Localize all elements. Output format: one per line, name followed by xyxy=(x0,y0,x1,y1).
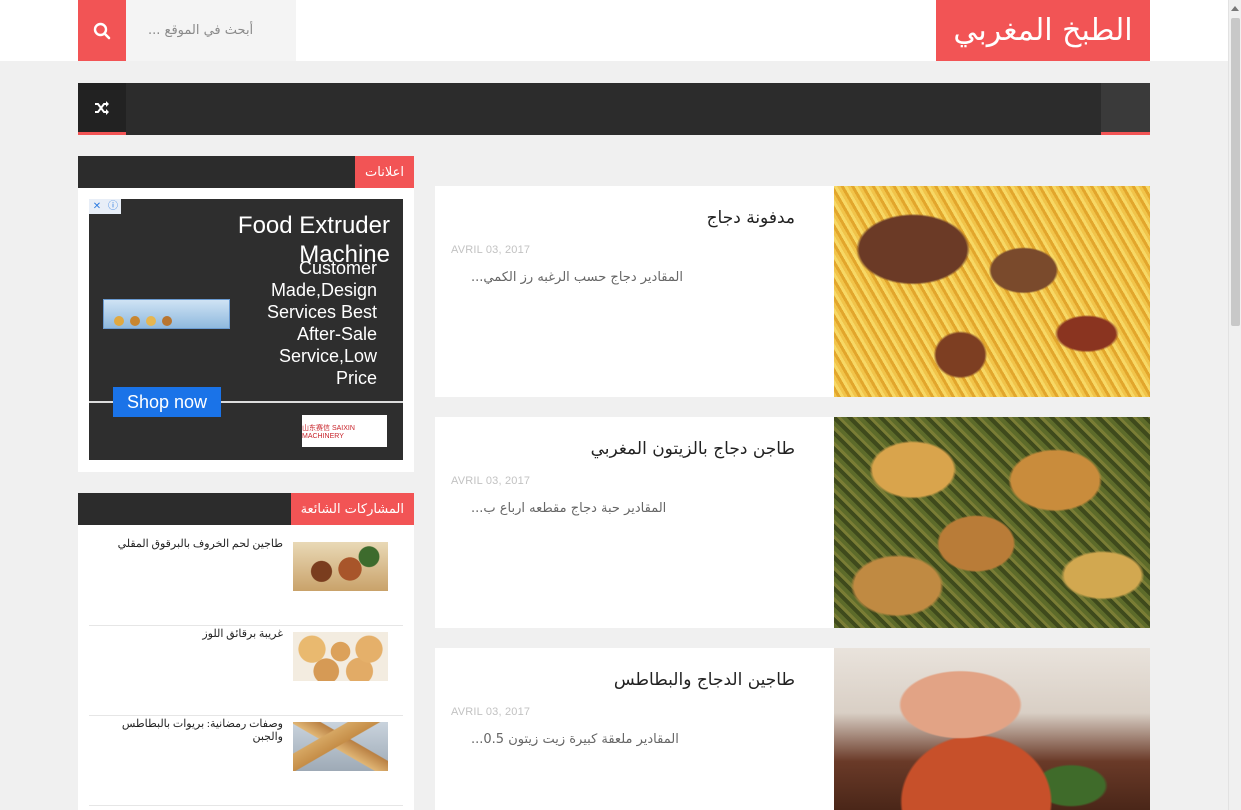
post-title[interactable]: طاجن دجاج بالزيتون المغربي xyxy=(435,439,795,459)
ad-banner[interactable]: ✕ ⓘ Food Extruder Machine Customer Made,… xyxy=(89,199,403,460)
widget-header: اعلانات xyxy=(78,156,414,188)
popular-post-thumbnail[interactable] xyxy=(293,722,388,771)
main-navbar xyxy=(78,83,1150,135)
ad-product-image[interactable] xyxy=(103,299,230,329)
widget-title-popular: المشاركات الشائعة xyxy=(290,493,414,525)
site-logo[interactable]: الطبخ المغربي xyxy=(936,0,1150,61)
post-image[interactable] xyxy=(834,417,1150,628)
popular-posts-widget: المشاركات الشائعة طاجين لحم الخروف بالبر… xyxy=(78,493,414,810)
post-date: AVRIL 03, 2017 xyxy=(451,706,531,718)
popular-post-thumbnail[interactable] xyxy=(293,632,388,681)
post-image[interactable] xyxy=(834,186,1150,397)
info-icon[interactable]: ⓘ xyxy=(105,199,121,214)
top-header: أبحث في الموقع ... الطبخ المغربي xyxy=(0,0,1228,61)
post-date: AVRIL 03, 2017 xyxy=(451,475,531,487)
post-title[interactable]: مدفونة دجاج xyxy=(435,208,795,228)
random-post-button[interactable] xyxy=(78,83,126,135)
ad-choices[interactable]: ✕ ⓘ xyxy=(89,199,121,214)
widget-title-ads: اعلانات xyxy=(355,156,414,188)
post-excerpt: ...المقادير دجاج حسب الرغبه رز الكمي xyxy=(471,270,683,285)
post-card[interactable]: مدفونة دجاج AVRIL 03, 2017 ...المقادير د… xyxy=(435,186,1150,397)
popular-post-item[interactable]: غريبة برقائق اللوز xyxy=(89,627,403,716)
ad-body-text[interactable]: Customer Made,Design Services Best After… xyxy=(249,257,377,389)
close-icon[interactable]: ✕ xyxy=(89,199,105,214)
widget-header: المشاركات الشائعة xyxy=(78,493,414,525)
scroll-up-arrow-icon[interactable] xyxy=(1229,0,1241,17)
popular-post-item[interactable]: طاجين لحم الخروف بالبرقوق المقلي xyxy=(89,537,403,626)
post-excerpt: ...المقادير ملعقة كبيرة زيت زيتون 0.5 xyxy=(471,732,679,747)
post-excerpt: ...المقادير حبة دجاج مقطعه ارباع ب xyxy=(471,501,667,516)
popular-post-item[interactable]: وصفات رمضانية: بريوات بالبطاطس والجبن xyxy=(89,717,403,806)
page-scrollbar[interactable] xyxy=(1228,0,1241,810)
search-input[interactable]: أبحث في الموقع ... xyxy=(126,0,296,61)
nav-menu-toggle[interactable] xyxy=(1101,83,1150,135)
search-button[interactable] xyxy=(78,0,126,61)
shop-now-button[interactable]: Shop now xyxy=(113,387,221,417)
scrollbar-thumb[interactable] xyxy=(1231,18,1240,326)
search-icon xyxy=(93,22,111,39)
post-image[interactable] xyxy=(834,648,1150,810)
post-date: AVRIL 03, 2017 xyxy=(451,244,531,256)
popular-post-thumbnail[interactable] xyxy=(293,542,388,591)
ads-widget: اعلانات ✕ ⓘ Food Extruder Machine Custom… xyxy=(78,156,414,472)
post-title[interactable]: طاجين الدجاج والبطاطس xyxy=(435,670,795,690)
post-card[interactable]: طاجن دجاج بالزيتون المغربي AVRIL 03, 201… xyxy=(435,417,1150,628)
ad-brand-logo[interactable]: 山东赛信 SAIXIN MACHINERY xyxy=(302,415,387,447)
shuffle-icon xyxy=(95,100,109,115)
post-card[interactable]: طاجين الدجاج والبطاطس AVRIL 03, 2017 ...… xyxy=(435,648,1150,810)
